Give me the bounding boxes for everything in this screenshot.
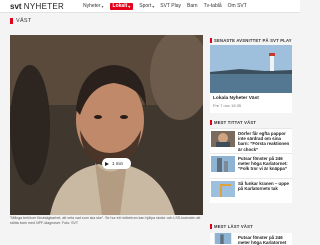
most-read-list: Dörfer får egfta pappor inte särdrad om … — [210, 128, 292, 203]
section-label[interactable]: VÄST — [10, 18, 32, 24]
article-title: Dörfer får egfta pappor inte särdrad om … — [238, 131, 290, 152]
promo-heading-text: SENASTE AVSNITTET PÅ SVT PLAY — [214, 38, 292, 43]
nav-label: SVT Play — [160, 3, 181, 9]
nav-label: Nyheter — [83, 3, 101, 9]
chevron-down-icon: ▾ — [152, 4, 155, 9]
promo-heading: SENASTE AVSNITTET PÅ SVT PLAY — [210, 38, 292, 43]
nav-label: Barn — [187, 3, 198, 9]
list-item[interactable]: Dörfer får egfta pappor inte särdrad om … — [210, 128, 292, 153]
promo-thumbnail[interactable] — [210, 45, 292, 93]
nav-label: Lokalt — [112, 3, 128, 9]
logo-svt: svt — [10, 2, 22, 11]
most-read-heading-text: MEST TITTAT VÄST — [214, 120, 257, 125]
section-label-text: VÄST — [16, 18, 32, 24]
article-title: Så funkar kranen – uppe på Karlatornets … — [238, 181, 289, 192]
latest-heading-text: MEST LÄST VÄST — [214, 224, 253, 229]
latest-heading: MEST LÄST VÄST — [210, 224, 253, 229]
hero-caption: ”Många behöver förutsägbarhet, att veta … — [10, 216, 201, 225]
accent-bar — [210, 224, 212, 229]
nav-item-om-svt[interactable]: Om SVT — [228, 3, 247, 10]
hero-video[interactable]: 1 min — [10, 35, 203, 215]
nav-item-svt-play[interactable]: SVT Play — [160, 3, 181, 10]
article-thumbnail — [214, 233, 232, 244]
article-thumbnail — [211, 181, 235, 197]
nav-item-lokalt[interactable]: Lokalt ▾ — [109, 3, 134, 10]
svt-nyheter-logo[interactable]: svt NYHETER — [10, 2, 64, 11]
accent-bar — [10, 18, 13, 24]
chevron-down-icon: ▾ — [101, 4, 104, 9]
nav-item-sport[interactable]: Sport ▾ — [139, 3, 154, 10]
lighthouse-image — [210, 45, 292, 93]
logo-nyheter: NYHETER — [23, 2, 65, 11]
main-nav: Nyheter ▾ Lokalt ▾ Sport ▾ SVT Play Barn Tv… — [83, 3, 253, 10]
promo-time: Fre 7 nov 19:35 — [213, 103, 242, 108]
article-thumbnail — [211, 156, 235, 172]
article-title: Putsar fönster på 246 meter höga Karlato… — [238, 235, 287, 245]
list-item[interactable]: Putsar fönster på 246 meter höga Karlato… — [210, 153, 292, 178]
play-icon — [105, 161, 109, 166]
article-thumbnail — [211, 131, 235, 147]
top-bar: svt NYHETER Nyheter ▾ Lokalt ▾ Sport ▾ SVT … — [0, 0, 300, 13]
play-button[interactable]: 1 min — [102, 158, 131, 169]
promo-title: Lokala Nyheter Väst — [213, 96, 259, 101]
accent-bar — [210, 120, 212, 125]
accent-bar — [210, 38, 212, 43]
video-duration: 1 min — [112, 161, 124, 166]
hero-image — [10, 35, 203, 215]
promo-card[interactable]: Lokala Nyheter Väst Fre 7 nov 19:35 — [210, 93, 292, 113]
nav-label: Sport — [139, 3, 152, 9]
nav-label: Om SVT — [227, 3, 247, 9]
nav-item-barn[interactable]: Barn — [187, 3, 198, 10]
chevron-down-icon: ▾ — [128, 4, 131, 9]
list-item[interactable]: Putsar fönster på 246 meter höga Karlato… — [210, 233, 292, 245]
nav-item-nyheter[interactable]: Nyheter ▾ — [83, 3, 104, 10]
nav-label: Tv-tablå — [203, 3, 222, 9]
list-item[interactable]: Så funkar kranen – uppe på Karlatornets … — [210, 178, 292, 203]
nav-item-tv-tabla[interactable]: Tv-tablå — [204, 3, 222, 10]
article-title: Putsar fönster på 246 meter höga Karlato… — [238, 156, 288, 172]
most-read-heading: MEST TITTAT VÄST — [210, 120, 256, 125]
